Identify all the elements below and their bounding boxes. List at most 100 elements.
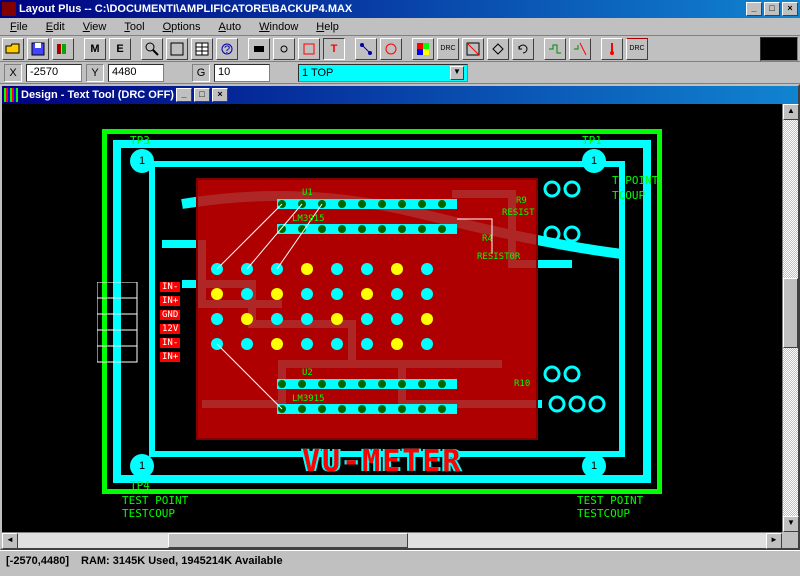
pin-12v: 12V bbox=[160, 324, 180, 334]
app-title: Layout Plus -- C:\DOCUMENTI\AMPLIFICATOR… bbox=[19, 3, 352, 15]
scroll-right-button[interactable]: ► bbox=[766, 533, 782, 549]
menu-tool[interactable]: Tool bbox=[118, 21, 150, 33]
query-button[interactable]: ? bbox=[216, 38, 238, 60]
doc-title: Design - Text Tool (DRC OFF) bbox=[21, 89, 174, 101]
silk-tp4: TP4 bbox=[130, 479, 150, 492]
open-button[interactable] bbox=[2, 38, 24, 60]
maximize-button[interactable]: □ bbox=[764, 2, 780, 16]
menubar: FFileile Edit View Tool Options Auto Win… bbox=[0, 18, 800, 36]
doc-titlebar: Design - Text Tool (DRC OFF) _ □ × bbox=[2, 86, 798, 104]
silk-u1: U1 bbox=[302, 188, 313, 198]
mdi-area: Design - Text Tool (DRC OFF) _ □ × bbox=[0, 84, 800, 550]
spreadsheet-button[interactable] bbox=[191, 38, 213, 60]
text-tool-button[interactable]: T bbox=[323, 38, 345, 60]
refresh-button[interactable] bbox=[512, 38, 534, 60]
scroll-corner bbox=[782, 532, 798, 548]
test-point-tp4: 1 bbox=[130, 454, 154, 478]
chevron-down-icon[interactable]: ▼ bbox=[450, 66, 464, 80]
tool-m-button[interactable]: M bbox=[84, 38, 106, 60]
library-button[interactable] bbox=[52, 38, 74, 60]
y-label: Y bbox=[86, 64, 104, 82]
h-scroll-track[interactable] bbox=[18, 533, 766, 548]
v-scroll-track[interactable] bbox=[783, 120, 798, 516]
status-position: [-2570,4480] bbox=[6, 555, 69, 567]
menu-view[interactable]: View bbox=[77, 21, 113, 33]
autoroute-button[interactable] bbox=[544, 38, 566, 60]
silk-resist-1: RESIST bbox=[502, 208, 535, 218]
pin-in-plus-1: IN+ bbox=[160, 296, 180, 306]
silk-r10: R10 bbox=[514, 379, 530, 389]
h-scroll-thumb[interactable] bbox=[168, 533, 408, 548]
layer-select[interactable]: 1 TOP ▼ bbox=[298, 64, 468, 82]
pin-in-plus-2: IN+ bbox=[160, 352, 180, 362]
silk-u2: U2 bbox=[302, 368, 313, 378]
silk-r9: R9 bbox=[516, 196, 527, 206]
app-titlebar: Layout Plus -- C:\DOCUMENTI\AMPLIFICATOR… bbox=[0, 0, 800, 18]
silk-resistor: RESIST0R bbox=[477, 252, 520, 262]
layer-preview bbox=[760, 37, 798, 61]
obstacle-tool-button[interactable] bbox=[298, 38, 320, 60]
g-value[interactable]: 10 bbox=[214, 64, 270, 82]
silk-ic1: LM3915 bbox=[292, 214, 325, 224]
scroll-down-button[interactable]: ▼ bbox=[783, 516, 799, 532]
silk-tp3: TP3 bbox=[130, 134, 150, 147]
reconnect-button[interactable] bbox=[487, 38, 509, 60]
test-point-tp1: 1 bbox=[582, 149, 606, 173]
pin-tool-button[interactable] bbox=[273, 38, 295, 60]
save-button[interactable] bbox=[27, 38, 49, 60]
silk-testcoup-br: TESTCOUP bbox=[577, 507, 630, 520]
doc-close-button[interactable]: × bbox=[212, 88, 228, 102]
menu-window[interactable]: Window bbox=[253, 21, 304, 33]
minimize-button[interactable]: _ bbox=[746, 2, 762, 16]
scroll-up-button[interactable]: ▲ bbox=[783, 104, 799, 120]
close-button[interactable]: × bbox=[782, 2, 798, 16]
doc-maximize-button[interactable]: □ bbox=[194, 88, 210, 102]
component-tool-button[interactable] bbox=[248, 38, 270, 60]
unroute-button[interactable] bbox=[569, 38, 591, 60]
g-label: G bbox=[192, 64, 210, 82]
svg-text:?: ? bbox=[224, 44, 230, 56]
pcb-canvas[interactable]: 1 1 1 1 IN- IN+ GND 12V IN- IN+ TP3 TP1 … bbox=[2, 104, 782, 532]
menu-auto[interactable]: Auto bbox=[212, 21, 247, 33]
silk-tcoup: TCOUP bbox=[612, 189, 645, 202]
zoom-fit-button[interactable] bbox=[166, 38, 188, 60]
menu-help[interactable]: Help bbox=[310, 21, 345, 33]
silk-tp1: TP1 bbox=[582, 134, 602, 147]
menu-options[interactable]: Options bbox=[157, 21, 207, 33]
silk-t-point: T POINT bbox=[612, 174, 658, 187]
silk-test-point-br: TEST POINT bbox=[577, 494, 643, 507]
vertical-scrollbar[interactable]: ▲ ▼ bbox=[782, 104, 798, 532]
connection-tool-button[interactable] bbox=[355, 38, 377, 60]
pin-in-minus-1: IN- bbox=[160, 282, 180, 292]
app-icon bbox=[2, 2, 16, 16]
doc-minimize-button[interactable]: _ bbox=[176, 88, 192, 102]
design-icon bbox=[4, 88, 18, 102]
status-ram: RAM: 3145K Used, 1945214K Available bbox=[81, 555, 283, 567]
coord-bar: X -2570 Y 4480 G 10 1 TOP ▼ bbox=[0, 62, 800, 84]
menu-edit[interactable]: Edit bbox=[40, 21, 71, 33]
y-value[interactable]: 4480 bbox=[108, 64, 164, 82]
color-button[interactable] bbox=[412, 38, 434, 60]
scroll-left-button[interactable]: ◄ bbox=[2, 533, 18, 549]
silkscreen-vu-meter: VU-METER bbox=[302, 444, 463, 479]
silk-test-point-bl: TEST POINT bbox=[122, 494, 188, 507]
horizontal-scrollbar[interactable]: ◄ ► bbox=[2, 532, 782, 548]
menu-file[interactable]: FFileile bbox=[4, 21, 34, 33]
silk-r4: R4 bbox=[482, 234, 493, 244]
x-label: X bbox=[4, 64, 22, 82]
design-rule-button[interactable] bbox=[601, 38, 623, 60]
test-point-tp2: 1 bbox=[582, 454, 606, 478]
pin-gnd: GND bbox=[160, 310, 180, 320]
tool-e-button[interactable]: E bbox=[109, 38, 131, 60]
silk-testcoup-bl: TESTCOUP bbox=[122, 507, 175, 520]
drc-button[interactable]: DRC bbox=[437, 38, 459, 60]
error-tool-button[interactable] bbox=[380, 38, 402, 60]
drc-box-button[interactable]: DRC bbox=[626, 38, 648, 60]
edge-connector bbox=[97, 282, 147, 372]
online-drc-button[interactable] bbox=[462, 38, 484, 60]
statusbar: [-2570,4480] RAM: 3145K Used, 1945214K A… bbox=[0, 550, 800, 570]
x-value[interactable]: -2570 bbox=[26, 64, 82, 82]
zoom-in-button[interactable] bbox=[141, 38, 163, 60]
v-scroll-thumb[interactable] bbox=[783, 278, 798, 348]
test-point-tp3: 1 bbox=[130, 149, 154, 173]
